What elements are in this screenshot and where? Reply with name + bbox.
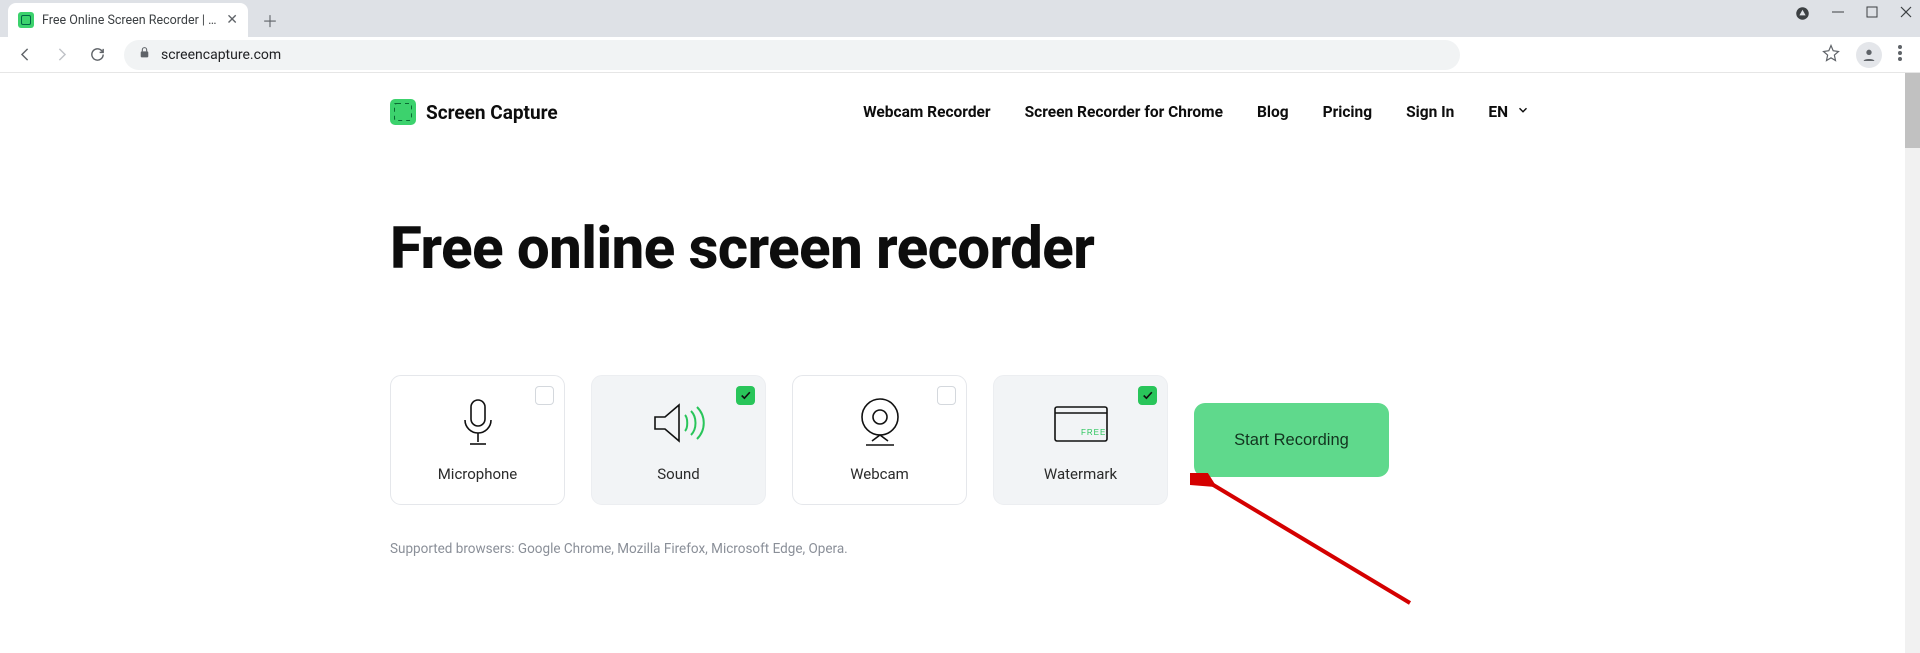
reload-button[interactable]: [82, 40, 112, 70]
sound-icon: [651, 397, 707, 449]
back-button[interactable]: [10, 40, 40, 70]
start-recording-button[interactable]: Start Recording: [1194, 403, 1389, 477]
new-tab-button[interactable]: ＋: [256, 6, 284, 34]
option-microphone[interactable]: Microphone: [390, 375, 565, 505]
kebab-menu-icon[interactable]: [1898, 45, 1902, 65]
tab-title: Free Online Screen Recorder | Fre: [42, 13, 218, 28]
extension-icon[interactable]: [1795, 6, 1810, 25]
forward-button[interactable]: [46, 40, 76, 70]
maximize-icon[interactable]: [1866, 6, 1878, 25]
window-controls: [1795, 6, 1912, 25]
url-text: screencapture.com: [161, 47, 281, 63]
option-sound[interactable]: Sound: [591, 375, 766, 505]
main-nav: Webcam Recorder Screen Recorder for Chro…: [863, 103, 1530, 121]
nav-webcam-recorder[interactable]: Webcam Recorder: [863, 103, 991, 121]
omnibox[interactable]: screencapture.com: [124, 40, 1460, 70]
option-label: Microphone: [438, 465, 518, 483]
page: Screen Capture Webcam Recorder Screen Re…: [0, 73, 1920, 653]
svg-text:FREE: FREE: [1081, 428, 1106, 437]
brand-logo-icon: [390, 99, 416, 125]
brand-name: Screen Capture: [426, 101, 558, 124]
minimize-icon[interactable]: [1832, 6, 1844, 25]
nav-signin[interactable]: Sign In: [1406, 103, 1454, 121]
option-label: Webcam: [850, 465, 909, 483]
option-label: Watermark: [1044, 465, 1117, 483]
profile-avatar-icon[interactable]: [1856, 42, 1882, 68]
checkbox-microphone[interactable]: [535, 386, 554, 405]
watermark-icon: FREE: [1053, 397, 1109, 449]
option-watermark[interactable]: FREE Watermark: [993, 375, 1168, 505]
option-label: Sound: [657, 465, 699, 483]
brand[interactable]: Screen Capture: [390, 99, 558, 125]
language-label: EN: [1488, 103, 1508, 121]
browser-chrome: Free Online Screen Recorder | Fre ✕ ＋: [0, 0, 1920, 73]
nav-blog[interactable]: Blog: [1257, 103, 1289, 121]
star-icon[interactable]: [1822, 44, 1840, 66]
webcam-icon: [858, 397, 902, 449]
start-recording-label: Start Recording: [1234, 431, 1349, 450]
chevron-down-icon: [1516, 103, 1530, 121]
site-header: Screen Capture Webcam Recorder Screen Re…: [390, 73, 1530, 125]
option-webcam[interactable]: Webcam: [792, 375, 967, 505]
address-bar: screencapture.com: [0, 37, 1920, 73]
microphone-icon: [458, 397, 498, 449]
lock-icon: [138, 46, 151, 63]
checkbox-sound[interactable]: [736, 386, 755, 405]
browser-tab[interactable]: Free Online Screen Recorder | Fre ✕: [8, 3, 248, 37]
recording-options: Microphone Sound: [390, 375, 1530, 505]
nav-chrome-recorder[interactable]: Screen Recorder for Chrome: [1025, 103, 1223, 121]
page-title: Free online screen recorder: [390, 215, 1530, 283]
checkbox-watermark[interactable]: [1138, 386, 1157, 405]
language-selector[interactable]: EN: [1488, 103, 1530, 121]
favicon-icon: [18, 12, 34, 28]
close-window-icon[interactable]: [1900, 6, 1912, 25]
scrollbar-thumb[interactable]: [1905, 73, 1920, 148]
checkbox-webcam[interactable]: [937, 386, 956, 405]
supported-browsers-text: Supported browsers: Google Chrome, Mozil…: [390, 541, 1530, 557]
nav-pricing[interactable]: Pricing: [1323, 103, 1373, 121]
scrollbar-track[interactable]: [1905, 73, 1920, 653]
tab-strip: Free Online Screen Recorder | Fre ✕ ＋: [0, 0, 1920, 37]
tab-close-icon[interactable]: ✕: [226, 12, 238, 28]
main-content: Free online screen recorder Microphone: [390, 125, 1530, 557]
